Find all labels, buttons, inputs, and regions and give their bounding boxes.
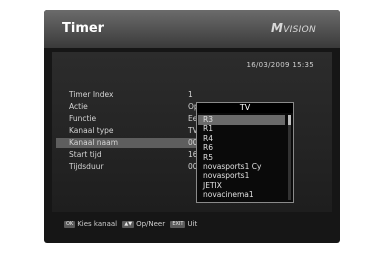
help-text: Uit	[187, 220, 198, 228]
tv-screen: Timer MVISION 16/03/2009 15:35 Timer Ind…	[44, 10, 340, 243]
help-text: Op/Neer	[136, 220, 166, 228]
row-value: 1	[188, 90, 193, 99]
dropdown-scrollbar[interactable]	[288, 115, 291, 200]
channel-option[interactable]: novacinema1	[203, 190, 283, 200]
help-bar: OK Kies kanaal ▲▼ Op/Neer EXIT Uit	[64, 218, 200, 230]
row-label: Tijdsduur	[69, 162, 104, 171]
channel-dropdown[interactable]: TV R3 R1 R4 R6 R5 novasports1 Cy novaspo…	[196, 102, 294, 203]
row-label: Start tijd	[69, 150, 102, 159]
row-label: Functie	[69, 114, 97, 123]
row-label: Kanaal naam	[69, 138, 119, 147]
help-text: Kies kanaal	[77, 220, 118, 228]
brand-logo: MVISION	[271, 21, 316, 35]
brand-name: VISION	[283, 25, 316, 35]
dropdown-header: TV	[197, 103, 293, 113]
page-title: Timer	[62, 21, 105, 36]
row-label: Kanaal type	[69, 126, 114, 135]
brand-prefix: M	[270, 21, 284, 35]
ok-key-icon: OK	[64, 220, 76, 228]
row-timer-index[interactable]: Timer Index 1	[56, 90, 292, 100]
scroll-thumb[interactable]	[288, 115, 291, 125]
row-label: Timer Index	[69, 90, 114, 99]
header-bar: Timer MVISION	[44, 10, 340, 48]
row-label: Actie	[69, 102, 88, 111]
up-down-key-icon: ▲▼	[122, 220, 135, 228]
exit-key-icon: EXIT	[170, 220, 186, 228]
datetime-display: 16/03/2009 15:35	[246, 61, 314, 69]
